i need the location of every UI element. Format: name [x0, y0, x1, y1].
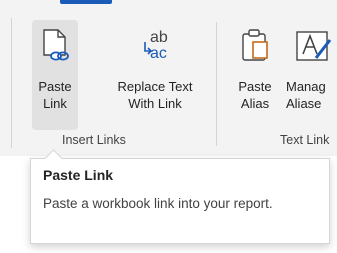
group-separator-left [0, 18, 12, 148]
paste-link-icon [43, 29, 69, 61]
replace-icon-text-top: ab [150, 29, 168, 46]
tooltip: Paste Link Paste a workbook link into yo… [30, 158, 330, 244]
tooltip-body: Paste a workbook link into your report. [43, 196, 273, 211]
manage-aliases-button[interactable]: Manag Aliase [286, 20, 337, 112]
paste-alias-label-2: Alias [240, 96, 270, 111]
paste-link-button[interactable]: Paste Link [32, 20, 78, 130]
group-separator [216, 22, 217, 146]
active-tab-indicator [60, 0, 112, 4]
replace-label-1: Replace Text [117, 79, 193, 94]
paste-alias-button[interactable]: Paste Alias [232, 20, 278, 112]
manage-aliases-icon [296, 31, 332, 61]
manage-label-2: Aliase [286, 96, 322, 111]
replace-label-2: With Link [128, 96, 182, 111]
tooltip-title: Paste Link [43, 167, 114, 183]
paste-alias-icon [242, 29, 268, 61]
replace-icon-text-bottom: ac [150, 45, 167, 62]
ribbon: Paste Link ab ac Replace Text With Link … [0, 0, 337, 156]
replace-text-with-link-button[interactable]: ab ac Replace Text With Link [104, 20, 206, 112]
replace-text-icon: ab ac [144, 29, 168, 62]
paste-alias-label-1: Paste [238, 79, 272, 94]
paste-link-label-2: Link [43, 96, 67, 111]
group-label-text-link: Text Link [280, 133, 330, 147]
paste-link-label-1: Paste [38, 79, 72, 94]
manage-label-1: Manag [286, 79, 326, 94]
group-label-insert-links: Insert Links [62, 133, 126, 147]
